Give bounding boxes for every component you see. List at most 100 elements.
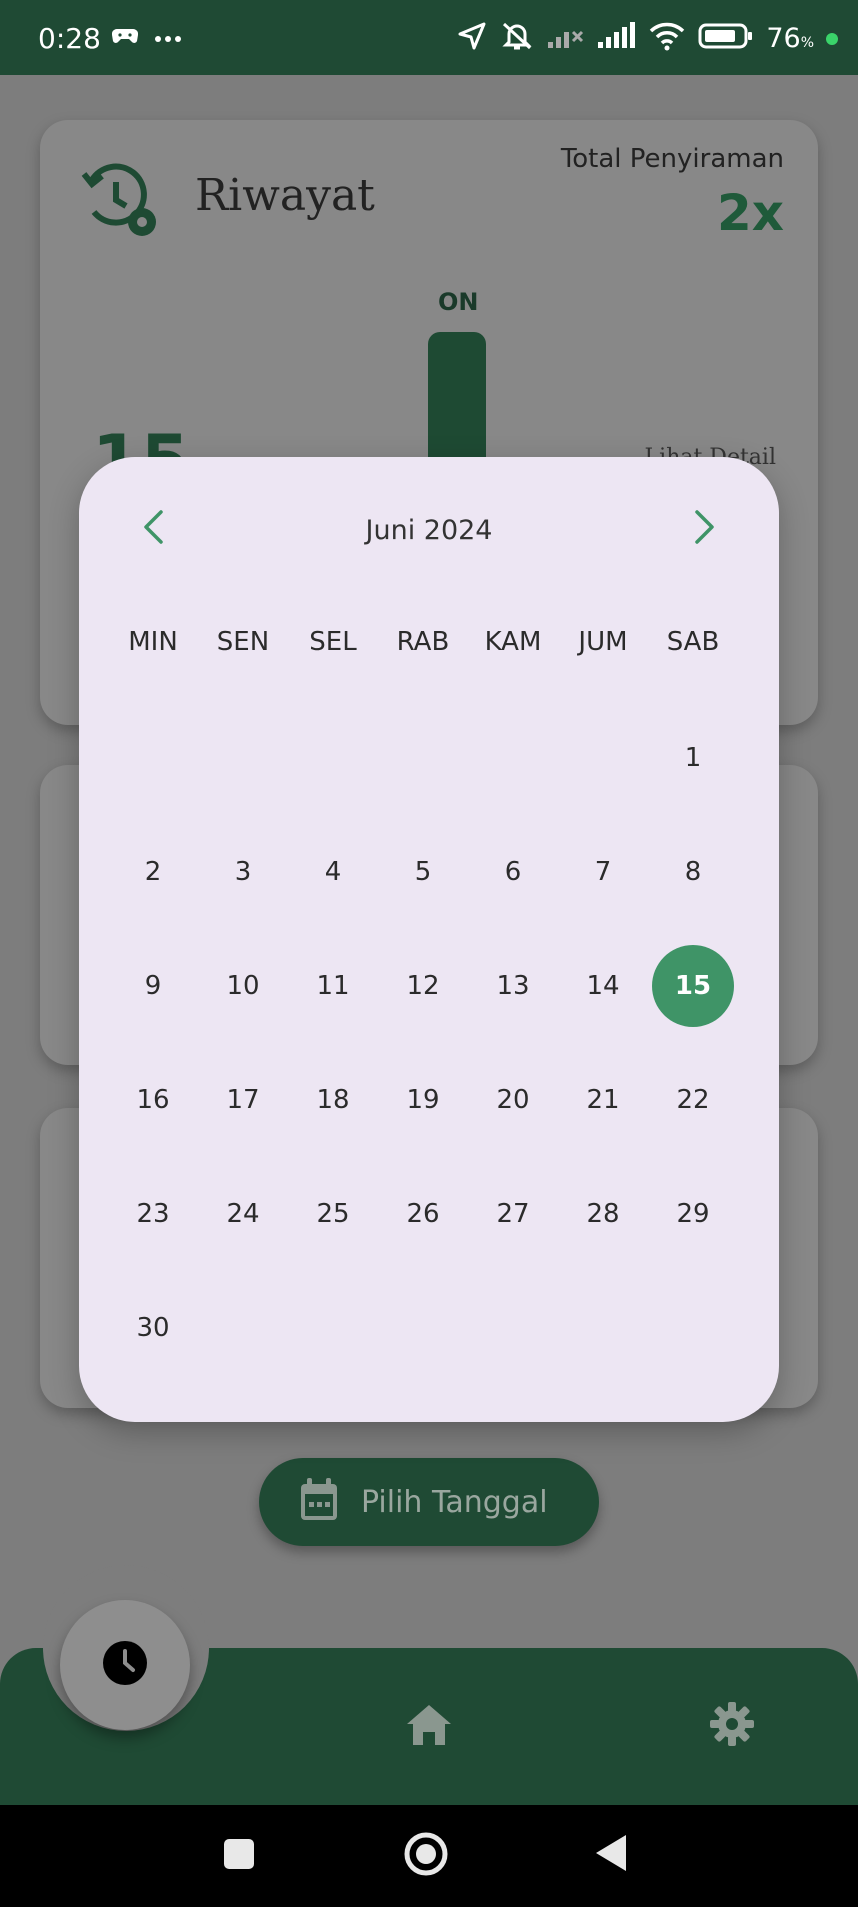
day-number: 27: [496, 1199, 530, 1229]
nav-settings[interactable]: [708, 1700, 756, 1753]
calendar-icon: [299, 1477, 339, 1527]
wifi-icon: [648, 21, 686, 56]
gear-icon: [708, 1702, 756, 1752]
day-cell[interactable]: 1: [648, 701, 738, 815]
history-fab[interactable]: [60, 1600, 190, 1730]
day-number: 21: [586, 1085, 620, 1115]
total-watering-label: Total Penyiraman: [560, 144, 784, 174]
day-cell-empty: [558, 701, 648, 815]
day-cell[interactable]: 13: [468, 929, 558, 1043]
recents-button[interactable]: [222, 1837, 256, 1876]
day-number: 6: [504, 857, 522, 887]
weekday-label: SEN: [216, 627, 270, 657]
weekday-label: MIN: [128, 627, 178, 657]
day-cell[interactable]: 21: [558, 1043, 648, 1157]
day-cell[interactable]: 9: [108, 929, 198, 1043]
signal-icon: [596, 22, 636, 55]
day-number: 26: [406, 1199, 440, 1229]
chevron-right-icon: [693, 509, 717, 550]
day-cell[interactable]: 8: [648, 815, 738, 929]
back-system-button[interactable]: [594, 1833, 628, 1878]
day-cell-empty: [108, 701, 198, 815]
day-cell[interactable]: 18: [288, 1043, 378, 1157]
home-system-button[interactable]: [403, 1831, 449, 1882]
day-number: 8: [684, 857, 702, 887]
day-number: 2: [144, 857, 162, 887]
day-cell[interactable]: 3: [198, 815, 288, 929]
day-cell[interactable]: 17: [198, 1043, 288, 1157]
day-cell[interactable]: 14: [558, 929, 648, 1043]
location-arrow-icon: [456, 20, 488, 57]
day-number: 7: [594, 857, 612, 887]
date-picker-dialog: Juni 2024 MIN SEN SEL RAB KAM JUM SAB 12…: [79, 457, 779, 1422]
total-watering-value: 2x: [716, 184, 784, 242]
battery-unit: %: [800, 35, 814, 51]
day-number: 17: [226, 1085, 260, 1115]
weekday-label: SEL: [309, 627, 357, 657]
day-number: 28: [586, 1199, 620, 1229]
day-cell[interactable]: 12: [378, 929, 468, 1043]
clock-icon: [102, 1640, 148, 1691]
day-cell[interactable]: 30: [108, 1271, 198, 1385]
day-cell[interactable]: 10: [198, 929, 288, 1043]
day-number: 1: [684, 743, 702, 773]
day-cell-empty: [378, 1271, 468, 1385]
day-cell-empty: [288, 1271, 378, 1385]
day-cell[interactable]: 5: [378, 815, 468, 929]
day-cell[interactable]: 25: [288, 1157, 378, 1271]
day-number: 3: [234, 857, 252, 887]
day-cell-selected[interactable]: 15: [648, 929, 738, 1043]
system-navigation-bar: [0, 1805, 858, 1907]
weekday-label: SAB: [666, 627, 720, 657]
pick-date-button[interactable]: Pilih Tanggal: [259, 1458, 599, 1546]
day-cell[interactable]: 7: [558, 815, 648, 929]
history-settings-icon: [80, 160, 160, 245]
day-cell-empty: [198, 1271, 288, 1385]
day-number: 19: [406, 1085, 440, 1115]
day-cell[interactable]: 11: [288, 929, 378, 1043]
day-number: 18: [316, 1085, 350, 1115]
day-number: 30: [136, 1313, 170, 1343]
day-cell-empty: [468, 1271, 558, 1385]
day-number: 20: [496, 1085, 530, 1115]
signal-off-icon: [546, 22, 584, 55]
day-number: 29: [676, 1199, 710, 1229]
next-month-button[interactable]: [681, 505, 729, 553]
day-cell[interactable]: 16: [108, 1043, 198, 1157]
privacy-dot: [826, 32, 838, 45]
day-cell[interactable]: 4: [288, 815, 378, 929]
day-cell[interactable]: 2: [108, 815, 198, 929]
day-cell-empty: [288, 701, 378, 815]
day-cell[interactable]: 26: [378, 1157, 468, 1271]
weekday-header: MIN SEN SEL RAB KAM JUM SAB: [108, 627, 738, 657]
day-number: 15: [652, 945, 734, 1027]
game-controller-icon: [111, 26, 139, 51]
day-cell[interactable]: 6: [468, 815, 558, 929]
status-bar: 0:28 76%: [0, 0, 858, 75]
day-cell[interactable]: 19: [378, 1043, 468, 1157]
day-cell[interactable]: 22: [648, 1043, 738, 1157]
nav-home[interactable]: [404, 1702, 454, 1753]
battery-icon: [698, 22, 754, 55]
day-cell-empty: [468, 701, 558, 815]
day-cell[interactable]: 28: [558, 1157, 648, 1271]
day-cell[interactable]: 20: [468, 1043, 558, 1157]
day-cell[interactable]: 23: [108, 1157, 198, 1271]
day-number: 4: [324, 857, 342, 887]
bell-muted-icon: [500, 20, 534, 57]
day-number: 9: [144, 971, 162, 1001]
day-cell[interactable]: 27: [468, 1157, 558, 1271]
bar-on-label: ON: [438, 288, 479, 316]
weekday-label: JUM: [578, 627, 628, 657]
days-grid: 1 2 3 4 5 6 7 8 9 10 11 12 13 14 15 16 17 18 19 20 21 22 23 24 2…: [108, 701, 738, 1385]
battery-percent: 76: [766, 23, 801, 54]
day-cell-empty: [558, 1271, 648, 1385]
day-cell[interactable]: 24: [198, 1157, 288, 1271]
history-title: Riwayat: [195, 170, 375, 221]
weekday-label: KAM: [484, 627, 542, 657]
home-icon: [404, 1705, 454, 1752]
month-title: Juni 2024: [365, 515, 493, 546]
day-number: 25: [316, 1199, 350, 1229]
day-number: 11: [316, 971, 350, 1001]
day-cell[interactable]: 29: [648, 1157, 738, 1271]
